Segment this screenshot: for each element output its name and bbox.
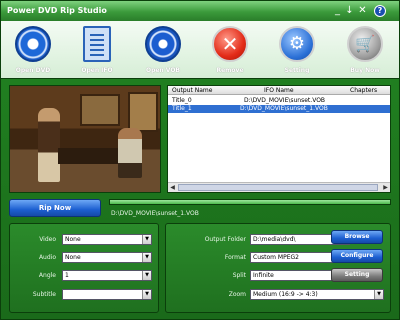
wrench-icon: ⚙ (279, 26, 315, 62)
rip-progress-bar (109, 199, 391, 205)
disc-icon (145, 26, 181, 62)
open-ifo-button[interactable]: Open IFO (73, 26, 121, 78)
cart-icon: 🛒 (347, 26, 383, 62)
title-bar[interactable]: Power DVD Rip Studio _ ↓ ✕ ? (1, 1, 399, 21)
progress-fill (110, 200, 390, 204)
scroll-right-icon[interactable]: ▶ (381, 183, 390, 192)
scene-cabinet (128, 92, 158, 132)
title-list[interactable]: Output Name IFO Name Chapters Title_0 D:… (167, 85, 391, 193)
angle-select-value: 1 (65, 272, 69, 279)
audio-label: Audio (38, 254, 56, 261)
column-ifo-name[interactable]: IFO Name (264, 87, 294, 94)
format-select-value: Custom MPEG2 (253, 254, 299, 261)
open-dvd-label: Open DVD (15, 67, 51, 74)
open-ifo-label: Open IFO (81, 67, 113, 74)
scene-table (58, 148, 124, 164)
column-chapters[interactable]: Chapters (350, 87, 377, 94)
scene-person-right (118, 128, 142, 178)
video-label: Video (39, 236, 56, 243)
video-select-value: None (65, 236, 81, 243)
buy-now-button[interactable]: 🛒 Buy Now (341, 26, 389, 78)
chevron-down-icon[interactable]: ▼ (142, 271, 151, 280)
help-button[interactable]: ? (374, 5, 386, 17)
toolbar: Open DVD Open IFO Open VOB ✕ Remove ⚙ Se… (1, 21, 399, 79)
browse-button[interactable]: Browse (331, 230, 383, 244)
scrollbar-thumb[interactable] (178, 184, 378, 191)
horizontal-scrollbar[interactable]: ◀ ▶ (168, 182, 390, 192)
stream-settings-panel: Video None ▼ Audio None ▼ Angle 1 ▼ Subt… (9, 223, 159, 313)
rip-source-path: D:\DVD_MOVIE\sunset_1.VOB (111, 210, 199, 217)
audio-select[interactable]: None ▼ (62, 252, 152, 263)
zoom-select-value: Medium (16:9 -> 4:3) (253, 291, 318, 298)
chevron-down-icon[interactable]: ▼ (142, 235, 151, 244)
setting-button[interactable]: ⚙ Setting (273, 26, 321, 78)
split-label: Split (232, 272, 246, 279)
restore-button[interactable]: ↓ (343, 4, 356, 17)
chevron-down-icon[interactable]: ▼ (142, 253, 151, 262)
output-folder-label: Output Folder (204, 236, 246, 243)
row-output-name: Title_1 (172, 105, 192, 112)
angle-label: Angle (38, 272, 56, 279)
subtitle-label: Subtitle (32, 291, 56, 298)
angle-select[interactable]: 1 ▼ (62, 270, 152, 281)
setting-panel-button[interactable]: Setting (331, 268, 383, 282)
zoom-label: Zoom (228, 291, 246, 298)
open-vob-button[interactable]: Open VOB (139, 26, 187, 78)
open-dvd-button[interactable]: Open DVD (9, 26, 57, 78)
list-header: Output Name IFO Name Chapters (168, 86, 390, 95)
split-select-value: Infinite (253, 272, 274, 279)
chevron-down-icon[interactable]: ▼ (374, 290, 383, 299)
remove-icon: ✕ (212, 26, 248, 62)
rip-now-button[interactable]: Rip Now (9, 199, 101, 217)
remove-label: Remove (216, 67, 244, 74)
document-icon (83, 26, 111, 62)
open-vob-label: Open VOB (145, 67, 181, 74)
setting-label: Setting (284, 67, 310, 74)
format-label: Format (224, 254, 246, 261)
scene-shelf (80, 94, 120, 126)
video-select[interactable]: None ▼ (62, 234, 152, 245)
zoom-select[interactable]: Medium (16:9 -> 4:3) ▼ (250, 289, 384, 300)
list-row[interactable]: Title_0 D:\DVD_MOVIE\sunset.VOB (168, 97, 390, 105)
buy-now-label: Buy Now (350, 67, 380, 74)
main-window: Power DVD Rip Studio _ ↓ ✕ ? Open DVD Op… (0, 0, 400, 320)
audio-select-value: None (65, 254, 81, 261)
chevron-down-icon[interactable]: ▼ (142, 290, 151, 299)
scene-person-left (38, 108, 60, 182)
subtitle-select[interactable]: ▼ (62, 289, 152, 300)
configure-button[interactable]: Configure (331, 249, 383, 263)
row-output-name: Title_0 (172, 97, 192, 104)
row-ifo-name: D:\DVD_MOVIE\sunset_1.VOB (240, 105, 328, 112)
scroll-left-icon[interactable]: ◀ (168, 183, 177, 192)
list-row-selected[interactable]: Title_1 D:\DVD_MOVIE\sunset_1.VOB (168, 105, 390, 113)
column-output-name[interactable]: Output Name (172, 87, 212, 94)
remove-button[interactable]: ✕ Remove (206, 26, 254, 78)
disc-icon (15, 26, 51, 62)
close-button[interactable]: ✕ (356, 4, 369, 17)
video-preview (9, 85, 161, 193)
app-title: Power DVD Rip Studio (7, 6, 107, 15)
row-ifo-name: D:\DVD_MOVIE\sunset.VOB (244, 97, 326, 104)
